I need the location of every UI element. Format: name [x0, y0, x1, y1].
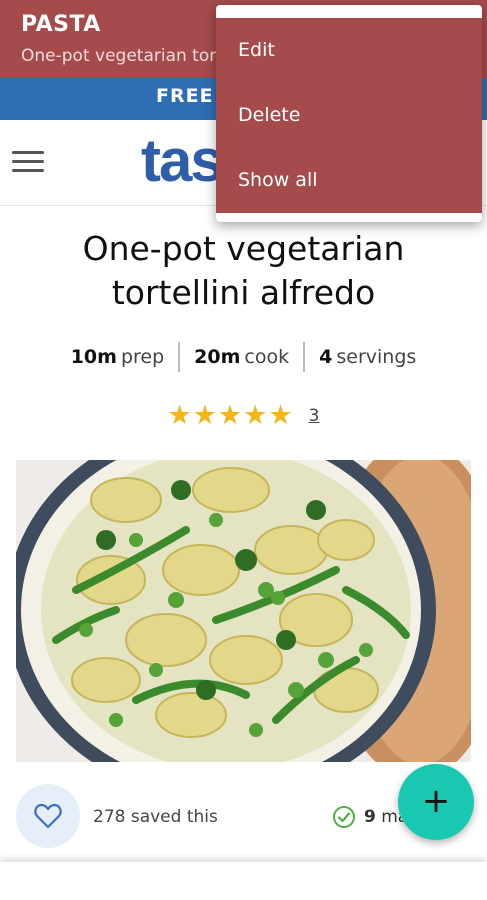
check-circle-icon: [333, 806, 355, 828]
rating: ★★★★★ 3: [0, 400, 487, 431]
bottom-sheet-edge: [0, 862, 487, 900]
recipe-meta: 10m prep 20m cook 4 servings: [0, 341, 487, 373]
star-rating-icon: ★★★★★: [167, 400, 294, 431]
servings-value: 4: [319, 346, 333, 368]
recipe-title: One-pot vegetarian tortellini alfredo: [0, 227, 487, 315]
overflow-menu: Edit Delete Show all: [216, 5, 482, 222]
heart-icon: [34, 803, 62, 829]
save-button[interactable]: [16, 784, 80, 848]
menu-item-delete[interactable]: Delete: [216, 83, 482, 148]
saved-count: 278 saved this: [93, 807, 218, 827]
menu-item-edit[interactable]: Edit: [216, 18, 482, 83]
servings-label: servings: [336, 346, 417, 368]
cook-time-value: 20m: [194, 346, 241, 368]
add-fab-button[interactable]: +: [398, 764, 474, 840]
prep-time: 10m prep: [57, 346, 178, 368]
hamburger-menu-icon[interactable]: [12, 151, 44, 177]
cook-time: 20m cook: [180, 346, 303, 368]
prep-time-value: 10m: [70, 346, 117, 368]
servings: 4 servings: [305, 346, 430, 368]
tortellini-image: [16, 460, 471, 762]
recipe-title-line2: tortellini alfredo: [111, 273, 376, 312]
made-count-value: 9: [364, 807, 376, 827]
rating-count-link[interactable]: 3: [309, 406, 320, 426]
recipe-title-line1: One-pot vegetarian: [82, 229, 405, 268]
recipe-photo: [16, 460, 471, 762]
app-bar-title: PASTA: [21, 12, 101, 37]
promo-text: FREE: [156, 85, 214, 107]
cook-time-label: cook: [244, 346, 290, 368]
menu-item-show-all[interactable]: Show all: [216, 148, 482, 213]
plus-icon: +: [421, 781, 451, 821]
prep-time-label: prep: [120, 346, 165, 368]
